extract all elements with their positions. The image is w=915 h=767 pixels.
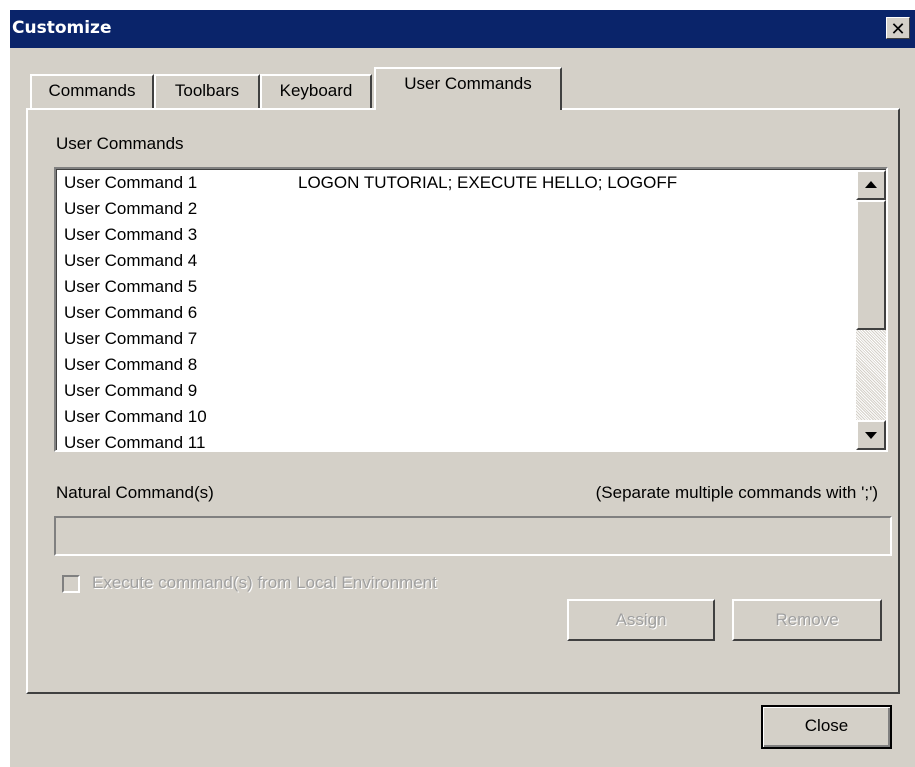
- close-icon[interactable]: ✕: [886, 17, 910, 39]
- command-name: User Command 9: [64, 381, 198, 400]
- close-button[interactable]: Close: [761, 705, 892, 749]
- list-item[interactable]: User Command 7: [64, 326, 197, 352]
- command-name: User Command 8: [64, 355, 198, 374]
- user-commands-listbox[interactable]: User Command 1 LOGON TUTORIAL; EXECUTE H…: [54, 167, 888, 452]
- list-item[interactable]: User Command 1 LOGON TUTORIAL; EXECUTE H…: [64, 170, 677, 196]
- command-name: User Command 11: [64, 433, 206, 450]
- execute-local-checkbox[interactable]: [62, 575, 80, 593]
- scroll-down-button[interactable]: [856, 420, 886, 450]
- vertical-scrollbar[interactable]: [856, 170, 886, 450]
- command-name: User Command 5: [64, 277, 198, 296]
- scroll-up-button[interactable]: [856, 170, 886, 200]
- natural-commands-label: Natural Command(s): [56, 483, 214, 502]
- tab-toolbars[interactable]: Toolbars: [154, 74, 260, 108]
- command-name: User Command 6: [64, 303, 198, 322]
- listbox-content: User Command 1 LOGON TUTORIAL; EXECUTE H…: [56, 169, 886, 450]
- list-item[interactable]: User Command 9: [64, 378, 197, 404]
- list-item[interactable]: User Command 10: [64, 404, 207, 430]
- list-item[interactable]: User Command 3: [64, 222, 197, 248]
- command-name: User Command 2: [64, 199, 198, 218]
- list-item[interactable]: User Command 2: [64, 196, 197, 222]
- assign-button[interactable]: Assign: [567, 599, 715, 641]
- command-name: User Command 1: [64, 173, 198, 192]
- remove-button[interactable]: Remove: [732, 599, 882, 641]
- user-commands-label: User Commands: [56, 134, 184, 153]
- list-item[interactable]: User Command 5: [64, 274, 197, 300]
- customize-dialog: Customize ✕ Commands Toolbars Keyboard U…: [10, 10, 915, 767]
- arrow-up-icon: [865, 181, 877, 188]
- command-name: User Command 10: [64, 407, 207, 426]
- natural-commands-input[interactable]: [54, 516, 892, 556]
- separator-hint: (Separate multiple commands with ';'): [595, 483, 878, 502]
- command-value: LOGON TUTORIAL; EXECUTE HELLO; LOGOFF: [298, 173, 678, 192]
- list-item[interactable]: User Command 11: [64, 430, 205, 450]
- scroll-thumb[interactable]: [856, 200, 886, 330]
- command-name: User Command 3: [64, 225, 198, 244]
- window-title: Customize: [12, 18, 112, 38]
- arrow-down-icon: [865, 432, 877, 439]
- title-bar: Customize ✕: [10, 10, 915, 48]
- tab-commands[interactable]: Commands: [30, 74, 154, 108]
- tab-keyboard[interactable]: Keyboard: [260, 74, 372, 108]
- list-item[interactable]: User Command 6: [64, 300, 197, 326]
- list-item[interactable]: User Command 8: [64, 352, 197, 378]
- list-item[interactable]: User Command 4: [64, 248, 197, 274]
- command-name: User Command 4: [64, 251, 198, 270]
- tab-user-commands[interactable]: User Commands: [374, 67, 562, 110]
- command-name: User Command 7: [64, 329, 198, 348]
- execute-local-label: Execute command(s) from Local Environmen…: [92, 573, 437, 592]
